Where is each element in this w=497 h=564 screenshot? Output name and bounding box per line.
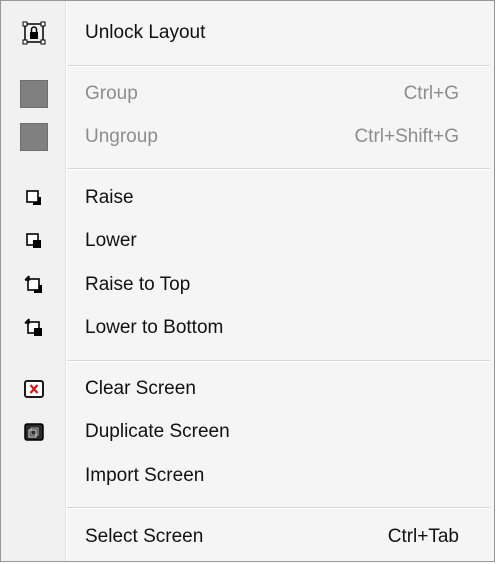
- menu-item-label: Lower to Bottom: [85, 316, 224, 338]
- menu-item-label: Unlock Layout: [85, 21, 206, 43]
- menu-item-label: Clear Screen: [85, 377, 196, 399]
- menu-item-shortcut: Ctrl+Tab: [387, 525, 459, 547]
- menu-separator: [67, 65, 490, 67]
- menu-item-label: Raise to Top: [85, 273, 191, 295]
- raise-to-top-icon: [19, 270, 49, 300]
- menu-item-label: Duplicate Screen: [85, 420, 230, 442]
- menu-item-clear-screen[interactable]: Clear Screen: [1, 367, 494, 410]
- unlock-layout-icon: [19, 18, 49, 48]
- group-placeholder-icon: [19, 79, 49, 109]
- menu-item-lower-to-bottom[interactable]: Lower to Bottom: [1, 306, 494, 349]
- menu-item-shortcut: Ctrl+Shift+G: [354, 125, 459, 147]
- menu-item-raise-to-top[interactable]: Raise to Top: [1, 263, 494, 306]
- lower-icon: [19, 226, 49, 256]
- menu-item-raise[interactable]: Raise: [1, 176, 494, 219]
- lower-to-bottom-icon: [19, 313, 49, 343]
- menu-separator: [67, 360, 490, 362]
- menu-item-duplicate-screen[interactable]: Duplicate Screen: [1, 410, 494, 453]
- menu-item-group[interactable]: Group Ctrl+G: [1, 72, 494, 115]
- context-menu: Unlock Layout Group Ctrl+G Ungroup Ctrl+…: [0, 0, 495, 562]
- menu-item-shortcut: Ctrl+G: [403, 82, 459, 104]
- menu-item-import-screen[interactable]: Import Screen: [1, 454, 494, 497]
- menu-item-unlock-layout[interactable]: Unlock Layout: [1, 11, 494, 54]
- menu-item-label: Group: [85, 82, 138, 104]
- menu-item-ungroup[interactable]: Ungroup Ctrl+Shift+G: [1, 115, 494, 158]
- duplicate-screen-icon: [19, 417, 49, 447]
- menu-separator: [67, 168, 490, 170]
- menu-item-label: Import Screen: [85, 464, 205, 486]
- menu-item-lower[interactable]: Lower: [1, 219, 494, 262]
- menu-item-label: Lower: [85, 229, 137, 251]
- raise-icon: [19, 183, 49, 213]
- menu-separator: [67, 507, 490, 509]
- menu-item-label: Ungroup: [85, 125, 158, 147]
- menu-item-select-screen[interactable]: Select Screen Ctrl+Tab: [1, 515, 494, 558]
- menu-item-label: Raise: [85, 186, 134, 208]
- clear-screen-icon: [19, 374, 49, 404]
- ungroup-placeholder-icon: [19, 122, 49, 152]
- menu-item-label: Select Screen: [85, 525, 204, 547]
